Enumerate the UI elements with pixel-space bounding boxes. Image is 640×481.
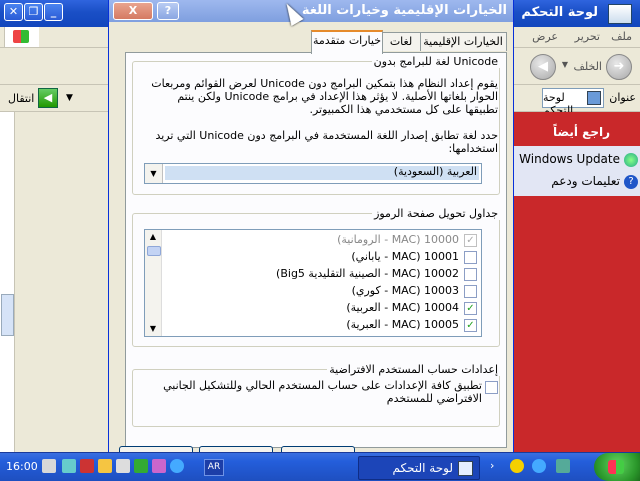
tray-shield-icon[interactable] (134, 459, 148, 473)
code-page-checkbox[interactable]: ✓ (464, 319, 477, 332)
windows-logo-icon (4, 27, 39, 47)
see-also-windows-update[interactable]: Windows Update (519, 152, 620, 166)
tray-ie-icon[interactable] (170, 459, 184, 473)
tab-regional-options[interactable]: الخيارات الإقليمية (419, 32, 507, 51)
code-pages-scrollbar[interactable]: ▲ ▼ (145, 230, 162, 336)
code-page-item[interactable]: ✓ 10000 (MAC - الرومانية) (167, 232, 477, 249)
control-panel-title: لوحة التحكم (521, 5, 598, 20)
code-page-checkbox[interactable] (464, 251, 477, 264)
back-arrow-icon[interactable]: ➜ (606, 54, 632, 80)
advanced-tab-panel: لغة للبرامج بدون Unicode يقوم إعداد النظ… (125, 52, 507, 448)
tray-network-icon[interactable] (62, 459, 76, 473)
quick-launch-chevron-icon[interactable]: › (490, 459, 494, 472)
see-also-list: Windows Update تعليمات ودعم ? (512, 146, 640, 196)
back-label[interactable]: الخلف (573, 60, 602, 73)
code-page-label: 10005 (MAC - العبرية) (346, 318, 459, 331)
dialog-title: الخيارات الإقليمية وخيارات اللغة (301, 3, 507, 18)
control-panel-app-icon (608, 4, 632, 24)
taskbar: 16:00 AR لوحة التحكم › (0, 452, 640, 481)
non-unicode-group-title: لغة للبرامج بدون Unicode (371, 55, 500, 68)
taskbar-clock[interactable]: 16:00 (6, 460, 38, 473)
close-icon[interactable]: ✕ (4, 3, 23, 21)
code-page-item[interactable]: 10002 (MAC - الصينية التقليدية Big5) (167, 266, 477, 283)
tray-printer-icon[interactable] (42, 459, 56, 473)
tray-security-icon[interactable] (80, 459, 94, 473)
quick-launch-desktop-icon[interactable] (556, 459, 570, 473)
code-page-label: 10002 (MAC - الصينية التقليدية Big5) (276, 267, 459, 280)
quick-launch-ie-icon[interactable] (532, 459, 546, 473)
code-page-item[interactable]: ✓ 10005 (MAC - العبرية) (167, 317, 477, 334)
windows-update-icon (624, 153, 638, 167)
tab-advanced[interactable]: خيارات متقدمة (311, 30, 383, 54)
language-select-value: العربية (السعودية) (393, 165, 477, 178)
code-page-item[interactable]: 10003 (MAC - كوري) (167, 283, 477, 300)
apply-all-settings-checkbox[interactable] (485, 381, 498, 394)
code-page-checkbox[interactable]: ✓ (464, 302, 477, 315)
taskbar-control-panel-button[interactable]: لوحة التحكم (358, 456, 480, 480)
windows-flag-icon (608, 460, 624, 474)
help-icon: ? (624, 175, 638, 189)
tray-folder-icon[interactable] (98, 459, 112, 473)
code-page-item[interactable]: ✓ 10004 (MAC - العربية) (167, 300, 477, 317)
dialog-close-button[interactable]: X (113, 2, 153, 20)
go-arrow-icon[interactable]: ◀ (38, 88, 58, 108)
address-input[interactable]: لوحة التحكم (542, 88, 604, 117)
restore-icon[interactable]: ❐ (24, 3, 43, 21)
tray-media-icon[interactable] (152, 459, 166, 473)
scroll-thumb[interactable] (147, 246, 161, 256)
menu-file[interactable]: ملف (611, 30, 632, 43)
language-select[interactable]: ▼ العربية (السعودية) (144, 163, 482, 184)
forward-arrow-icon[interactable]: ◀ (530, 54, 556, 80)
menu-edit[interactable]: تحرير (575, 30, 600, 43)
code-page-checkbox[interactable]: ✓ (464, 234, 477, 247)
address-label: عنوان (609, 91, 636, 104)
code-page-checkbox[interactable] (464, 268, 477, 281)
tab-languages[interactable]: لغات (381, 32, 421, 51)
tray-tools-icon[interactable] (116, 459, 130, 473)
language-indicator[interactable]: AR (204, 459, 224, 476)
dialog-titlebar[interactable]: X ? الخيارات الإقليمية وخيارات اللغة (109, 0, 513, 22)
minimize-icon[interactable]: _ (44, 3, 63, 21)
control-panel-icon (587, 91, 601, 105)
see-also-panel: راجع أيضاً Windows Update تعليمات ودعم ? (512, 112, 640, 452)
code-page-label: 10004 (MAC - العربية) (346, 301, 459, 314)
left-scroll-pane (0, 112, 15, 452)
quick-launch-messenger-icon[interactable] (510, 459, 524, 473)
non-unicode-description: يقوم إعداد النظام هذا بتمكين البرامج دون… (151, 77, 498, 116)
menu-view[interactable]: عرض (532, 30, 558, 43)
code-page-item[interactable]: 10001 (MAC - ياباني) (167, 249, 477, 266)
scrollbar-thumb[interactable] (1, 294, 14, 336)
code-pages-group-title: جداول تحويل صفحة الرموز (372, 207, 500, 220)
chevron-down-icon[interactable]: ▼ (145, 164, 163, 183)
address-dropdown-icon[interactable]: ▼ (66, 93, 73, 103)
code-pages-list[interactable]: ▲ ▼ ✓ 10000 (MAC - الرومانية) 10001 (MAC -… (144, 229, 482, 337)
see-also-header[interactable]: راجع أيضاً (512, 122, 640, 144)
regional-language-dialog: X ? الخيارات الإقليمية وخيارات اللغة الخ… (108, 0, 514, 455)
taskbar-task-label: لوحة التحكم (392, 461, 454, 475)
code-page-checkbox[interactable] (464, 285, 477, 298)
go-button[interactable]: انتقال (8, 92, 34, 105)
scroll-up-icon[interactable]: ▲ (145, 230, 161, 244)
scroll-down-icon[interactable]: ▼ (145, 322, 161, 336)
control-panel-icon (458, 461, 473, 476)
code-page-label: 10000 (MAC - الرومانية) (337, 233, 459, 246)
non-unicode-prompt: حدد لغة تطابق إصدار اللغة المستخدمة في ا… (155, 129, 498, 155)
default-user-group-title: إعدادات حساب المستخدم الافتراضية (327, 363, 500, 376)
dialog-help-button[interactable]: ? (157, 2, 179, 20)
apply-all-settings-label[interactable]: تطبيق كافة الإعدادات على حساب المستخدم ا… (152, 379, 482, 405)
back-dropdown-icon[interactable]: ▼ (562, 60, 568, 69)
task-pane: راجع أيضاً Windows Update تعليمات ودعم ? (512, 112, 640, 452)
code-page-label: 10001 (MAC - ياباني) (351, 250, 459, 263)
start-button[interactable] (594, 453, 640, 481)
code-page-label: 10003 (MAC - كوري) (351, 284, 459, 297)
see-also-help-support[interactable]: تعليمات ودعم (551, 174, 620, 188)
